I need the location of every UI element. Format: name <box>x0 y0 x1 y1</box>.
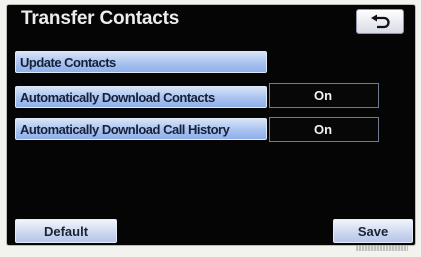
auto-download-call-history-value: On <box>269 117 379 142</box>
save-button[interactable]: Save <box>333 219 413 243</box>
auto-download-contacts-value: On <box>269 83 379 108</box>
watermark-mark <box>356 245 408 251</box>
auto-download-call-history-button[interactable]: Automatically Download Call History <box>15 118 267 140</box>
return-arrow-icon <box>371 14 390 28</box>
back-button[interactable] <box>356 9 404 34</box>
page-title: Transfer Contacts <box>21 8 180 29</box>
default-button[interactable]: Default <box>15 219 117 243</box>
auto-download-contacts-button[interactable]: Automatically Download Contacts <box>15 86 267 108</box>
transfer-contacts-screen: Transfer Contacts Update Contacts Automa… <box>7 5 415 245</box>
update-contacts-button[interactable]: Update Contacts <box>15 51 267 73</box>
